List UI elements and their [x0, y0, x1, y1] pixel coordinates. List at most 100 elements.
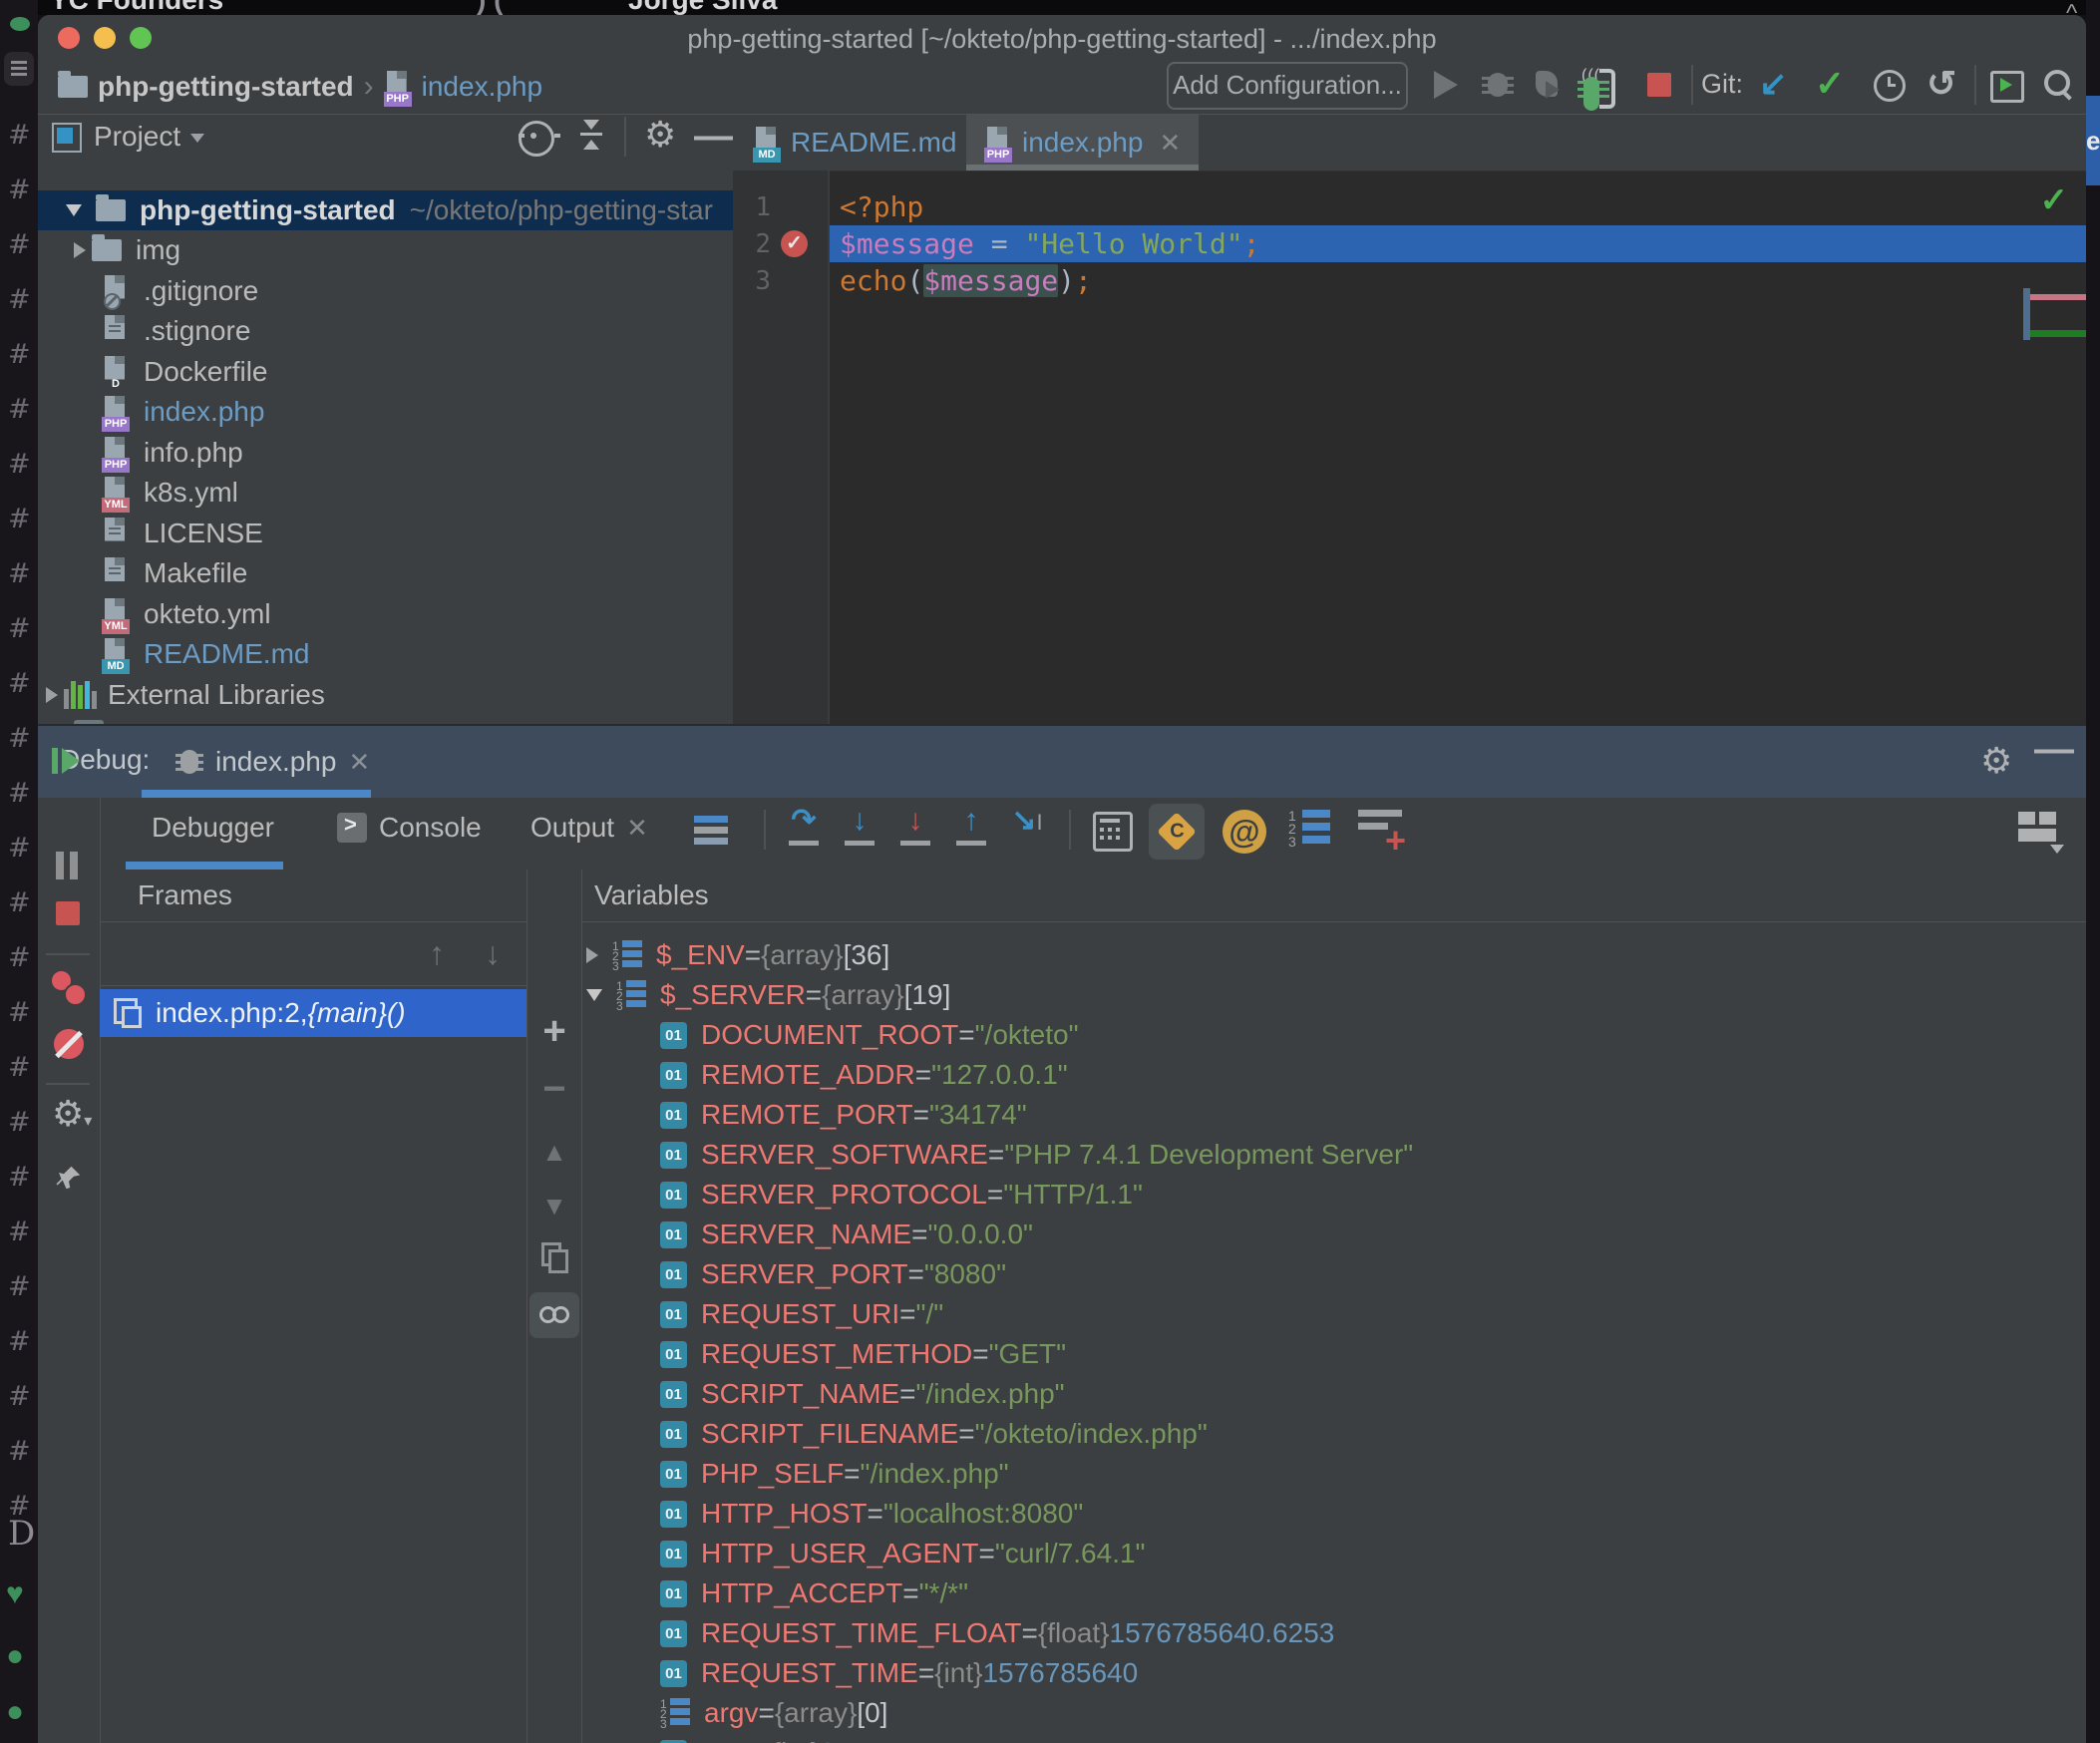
variable-name[interactable]: SCRIPT_FILENAME	[701, 1418, 958, 1450]
add-configuration-button[interactable]: Add Configuration...	[1167, 62, 1408, 110]
variable-name[interactable]: HTTP_HOST	[701, 1498, 867, 1530]
tab-label[interactable]: README.md	[791, 127, 956, 159]
frame-down-icon[interactable]: ↓	[485, 935, 501, 972]
hide-panel-icon[interactable]: —	[694, 121, 733, 151]
tree-item-scratches-and-consoles[interactable]: Scratches and Consoles	[38, 715, 733, 724]
tree-item-label[interactable]: okteto.yml	[144, 598, 271, 630]
editor-scrollbar[interactable]	[2023, 288, 2030, 340]
collapse-all-icon[interactable]	[576, 120, 606, 150]
gear-icon[interactable]: ⚙	[644, 118, 676, 152]
variable-row-argv[interactable]: 123argv = {array} [0]	[582, 1693, 2086, 1733]
git-commit-button[interactable]: ✓	[1815, 67, 1851, 103]
variable-row-document_root[interactable]: 01DOCUMENT_ROOT = "/okteto"	[582, 1015, 2086, 1055]
resume-program-icon[interactable]	[52, 746, 82, 776]
chevron-right-icon[interactable]	[46, 687, 58, 703]
git-history-button[interactable]	[1871, 67, 1907, 103]
project-view-selector[interactable]: Project	[94, 121, 204, 153]
variable-name[interactable]: HTTP_USER_AGENT	[701, 1538, 979, 1569]
run-to-cursor-icon[interactable]: ↘I	[1009, 806, 1045, 846]
variable-row-server_software[interactable]: 01SERVER_SOFTWARE = "PHP 7.4.1 Developme…	[582, 1135, 2086, 1175]
gear-icon[interactable]: ⚙	[1980, 744, 2012, 778]
mute-breakpoints-icon[interactable]	[54, 1029, 84, 1059]
breadcrumb-file[interactable]: index.php	[422, 71, 542, 103]
tree-item--stignore[interactable]: .stignore	[38, 311, 733, 351]
tree-item-label[interactable]: Dockerfile	[144, 356, 267, 388]
tree-item-k8s-yml[interactable]: YMLk8s.yml	[38, 473, 733, 513]
step-into-icon[interactable]: ↓	[842, 806, 877, 846]
tab-console[interactable]: Console	[337, 812, 482, 844]
close-icon[interactable]: ✕	[626, 813, 648, 844]
stop-icon[interactable]	[56, 901, 80, 925]
search-everywhere-icon[interactable]	[2040, 67, 2076, 103]
tree-item-okteto-yml[interactable]: YMLokteto.yml	[38, 594, 733, 634]
listen-debug-connections-button[interactable]: (((	[1581, 67, 1617, 103]
hide-panel-icon[interactable]: —	[2034, 734, 2074, 764]
tree-item-label[interactable]: LICENSE	[144, 518, 263, 549]
variable-row-script_name[interactable]: 01SCRIPT_NAME = "/index.php"	[582, 1374, 2086, 1414]
line-number[interactable]: 3	[733, 266, 771, 296]
frame-row-selected[interactable]: index.php:2, {main}()	[100, 989, 526, 1037]
variable-row-server_port[interactable]: 01SERVER_PORT = "8080"	[582, 1254, 2086, 1294]
tree-item--gitignore[interactable]: .gitignore	[38, 271, 733, 311]
variable-name[interactable]: REQUEST_TIME_FLOAT	[701, 1617, 1022, 1649]
git-update-button[interactable]: ↙	[1759, 67, 1795, 103]
tree-item-label[interactable]: .stignore	[144, 315, 250, 347]
pin-tab-icon[interactable]	[54, 1163, 84, 1193]
line-number[interactable]: 1	[733, 192, 771, 222]
copy-icon[interactable]	[527, 1242, 581, 1277]
view-breakpoints-icon[interactable]	[52, 971, 86, 1005]
show-watches-toggle[interactable]	[529, 1292, 579, 1338]
chevron-down-icon[interactable]	[66, 204, 82, 216]
git-rollback-button[interactable]: ↺	[1926, 67, 1962, 103]
variable-row-server_name[interactable]: 01SERVER_NAME = "0.0.0.0"	[582, 1215, 2086, 1254]
show-constants-toggle[interactable]: C	[1149, 804, 1205, 860]
tree-item-license[interactable]: LICENSE	[38, 514, 733, 553]
variable-row-request_time[interactable]: 01REQUEST_TIME = {int} 1576785640	[582, 1653, 2086, 1693]
breadcrumb[interactable]: php-getting-started › PHP index.php	[58, 69, 542, 105]
frame-up-icon[interactable]: ↑	[429, 935, 445, 972]
evaluate-expression-icon[interactable]	[1093, 812, 1133, 852]
variable-name[interactable]: REQUEST_METHOD	[701, 1338, 972, 1370]
variable-name[interactable]: REQUEST_TIME	[701, 1657, 918, 1689]
breakpoint-icon[interactable]: ✓	[781, 230, 808, 257]
tab-label[interactable]: index.php	[1022, 127, 1143, 159]
variable-row-request_uri[interactable]: 01REQUEST_URI = "/"	[582, 1294, 2086, 1334]
variable-row-server_protocol[interactable]: 01SERVER_PROTOCOL = "HTTP/1.1"	[582, 1175, 2086, 1215]
force-step-into-icon[interactable]: ↓	[897, 806, 933, 846]
tree-item-external-libraries[interactable]: External Libraries	[38, 675, 733, 715]
step-over-icon[interactable]: ↷	[786, 806, 822, 846]
variable-name[interactable]: REMOTE_PORT	[701, 1099, 913, 1131]
tree-item-img[interactable]: img	[38, 230, 733, 270]
variable-name[interactable]: $_ENV	[656, 939, 745, 971]
variable-row-script_filename[interactable]: 01SCRIPT_FILENAME = "/okteto/index.php"	[582, 1414, 2086, 1454]
variable-name[interactable]: argc	[701, 1737, 755, 1743]
pause-program-icon[interactable]	[54, 852, 80, 879]
tree-item-label[interactable]: img	[136, 234, 180, 266]
layout-settings-icon[interactable]	[2018, 812, 2058, 846]
debug-session-tab[interactable]: index.php ✕	[160, 726, 386, 798]
code-line-3[interactable]: echo($message);	[830, 262, 2086, 299]
variable-row-request_time_float[interactable]: 01REQUEST_TIME_FLOAT = {float} 157678564…	[582, 1613, 2086, 1653]
editor-gutter[interactable]: 12✓3	[733, 171, 830, 724]
tree-item-makefile[interactable]: Makefile	[38, 553, 733, 593]
run-button[interactable]	[1428, 67, 1464, 103]
move-up-icon[interactable]: ▲	[527, 1137, 581, 1168]
variable-name[interactable]: DOCUMENT_ROOT	[701, 1019, 958, 1051]
variable-name[interactable]: SCRIPT_NAME	[701, 1378, 899, 1410]
tree-item-index-php[interactable]: PHPindex.php	[38, 392, 733, 432]
variable-row-_env[interactable]: 123$_ENV = {array} [36]	[582, 935, 2086, 975]
remove-icon[interactable]: −	[527, 1067, 581, 1112]
variable-row-_server[interactable]: 123$_SERVER = {array} [19]	[582, 975, 2086, 1015]
variable-name[interactable]: SERVER_PORT	[701, 1258, 907, 1290]
variable-row-http_user_agent[interactable]: 01HTTP_USER_AGENT = "curl/7.64.1"	[582, 1534, 2086, 1573]
inspection-ok-icon[interactable]: ✓	[2040, 180, 2069, 220]
at-references-icon[interactable]: @	[1223, 810, 1266, 854]
tree-root-row[interactable]: php-getting-started ~/okteto/php-getting…	[38, 190, 733, 230]
tab-output[interactable]: Output ✕	[530, 812, 648, 844]
tree-item-readme-md[interactable]: MDREADME.md	[38, 634, 733, 674]
close-icon[interactable]: ✕	[348, 747, 370, 778]
variable-name[interactable]: HTTP_ACCEPT	[701, 1577, 902, 1609]
threads-view-icon[interactable]	[694, 816, 728, 848]
variable-name[interactable]: argv	[704, 1697, 758, 1729]
variable-name[interactable]: PHP_SELF	[701, 1458, 844, 1490]
